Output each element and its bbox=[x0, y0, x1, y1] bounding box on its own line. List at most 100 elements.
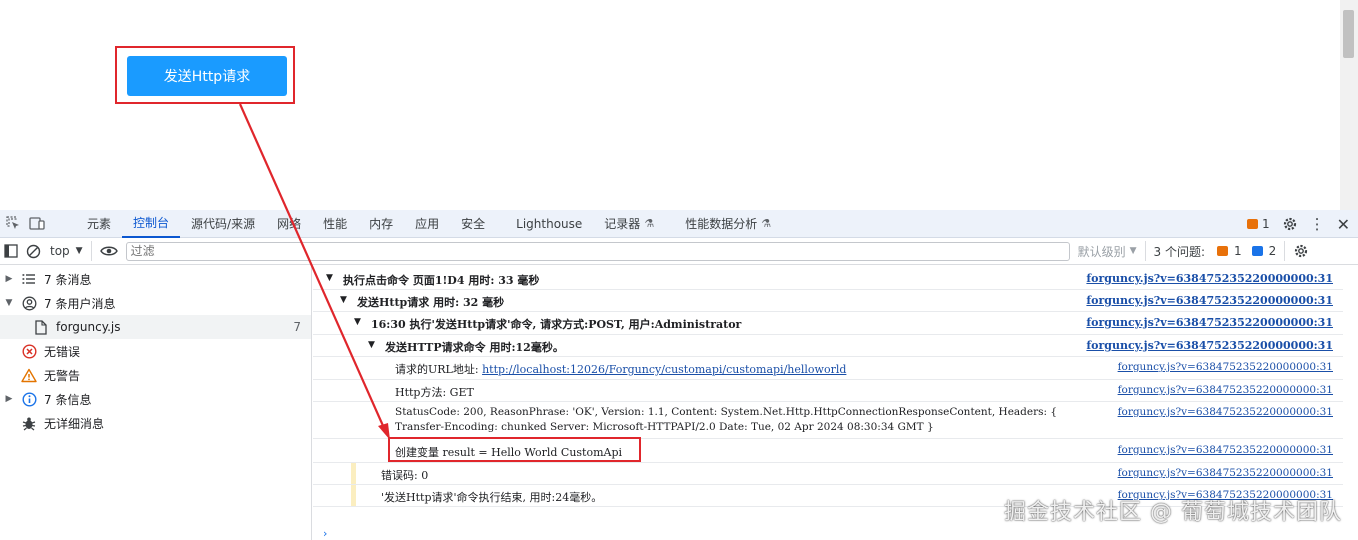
console-message[interactable]: Http方法: GET forguncy.js?v=63847523522000… bbox=[313, 380, 1343, 402]
console-message-group[interactable]: ▼ 发送Http请求 用时: 32 毫秒 forguncy.js?v=63847… bbox=[313, 290, 1343, 312]
tab-sources[interactable]: 源代码/来源 bbox=[180, 210, 266, 238]
clear-console-icon[interactable] bbox=[22, 240, 44, 262]
collapse-arrow-icon[interactable]: ▼ bbox=[368, 340, 375, 350]
inspect-element-icon[interactable] bbox=[2, 213, 24, 235]
source-link[interactable]: forguncy.js?v=638475235220000000:31 bbox=[1118, 361, 1333, 373]
console-prompt-icon[interactable]: › bbox=[323, 527, 327, 540]
tab-performance[interactable]: 性能 bbox=[312, 210, 358, 238]
toggle-sidebar-icon[interactable] bbox=[0, 240, 22, 262]
tab-label: 性能数据分析 bbox=[685, 217, 758, 231]
warning-icon bbox=[20, 366, 38, 384]
tab-lighthouse[interactable]: Lighthouse bbox=[496, 210, 593, 238]
tab-performance-insights[interactable]: 性能数据分析 ⚗ bbox=[665, 210, 782, 238]
collapse-arrow-icon[interactable]: ▼ bbox=[354, 317, 361, 327]
tab-console[interactable]: 控制台 bbox=[122, 210, 181, 238]
console-message-group[interactable]: ▼ 执行点击命令 页面1!D4 用时: 33 毫秒 forguncy.js?v=… bbox=[313, 268, 1343, 290]
issues-info-count: 2 bbox=[1268, 244, 1277, 258]
bug-icon bbox=[20, 414, 38, 432]
source-link[interactable]: forguncy.js?v=638475235220000000:31 bbox=[1086, 339, 1333, 352]
sidebar-item-errors[interactable]: 无错误 bbox=[0, 339, 311, 363]
flask-icon: ⚗ bbox=[644, 217, 655, 230]
source-link[interactable]: forguncy.js?v=638475235220000000:31 bbox=[1118, 467, 1333, 479]
sidebar-item-info[interactable]: ▶ 7 条信息 bbox=[0, 387, 311, 411]
console-filter-input[interactable] bbox=[125, 241, 1070, 261]
sidebar-item-verbose[interactable]: 无详细消息 bbox=[0, 411, 311, 435]
source-link[interactable]: forguncy.js?v=638475235220000000:31 bbox=[1118, 406, 1333, 418]
issues-badge[interactable]: 1 bbox=[1246, 217, 1270, 231]
source-link[interactable]: forguncy.js?v=638475235220000000:31 bbox=[1118, 444, 1333, 456]
console-message[interactable]: 请求的URL地址: http://localhost:12026/Forgunc… bbox=[313, 357, 1343, 380]
sidebar-item-label: 无警告 bbox=[44, 368, 81, 383]
console-message-text: 请求的URL地址: bbox=[395, 363, 483, 376]
sidebar-item-label: 7 条消息 bbox=[44, 272, 92, 287]
source-link[interactable]: forguncy.js?v=638475235220000000:31 bbox=[1086, 294, 1333, 307]
sidebar-item-user-messages[interactable]: ▼ 7 条用户消息 bbox=[0, 291, 311, 315]
tab-label: 应用 bbox=[415, 217, 440, 231]
console-message-text: Http方法: GET bbox=[395, 386, 474, 399]
collapse-arrow-icon[interactable]: ▼ bbox=[2, 298, 16, 308]
tab-label: 控制台 bbox=[133, 216, 170, 230]
info-message-icon bbox=[1251, 246, 1263, 256]
tab-memory[interactable]: 内存 bbox=[358, 210, 404, 238]
console-settings-gear-icon[interactable] bbox=[1293, 243, 1309, 259]
collapse-arrow-icon[interactable]: ▼ bbox=[340, 295, 347, 305]
close-devtools-icon[interactable]: ✕ bbox=[1337, 215, 1350, 234]
tab-label: 安全 bbox=[461, 217, 486, 231]
sidebar-item-label: forguncy.js bbox=[56, 320, 121, 334]
issues-counter[interactable]: 3 个问题: 1 2 bbox=[1154, 241, 1286, 261]
log-levels-label: 默认级别 bbox=[1077, 244, 1126, 259]
watermark: 掘金技术社区 @ 葡萄城技术团队 bbox=[1004, 500, 1342, 525]
more-options-icon[interactable]: ⋮ bbox=[1310, 215, 1325, 233]
console-message-text: 发送HTTP请求命令 用时:12毫秒。 bbox=[385, 341, 564, 354]
dropdown-arrow-icon: ▼ bbox=[1129, 246, 1137, 256]
tab-elements[interactable]: 元素 bbox=[76, 210, 122, 238]
warning-flag-icon bbox=[1217, 246, 1229, 256]
device-toolbar-icon[interactable] bbox=[26, 213, 48, 235]
request-url-link[interactable]: http://localhost:12026/Forguncy/customap… bbox=[482, 363, 846, 376]
tab-application[interactable]: 应用 bbox=[404, 210, 450, 238]
sidebar-item-warnings[interactable]: 无警告 bbox=[0, 363, 311, 387]
console-message-group[interactable]: ▼ 发送HTTP请求命令 用时:12毫秒。 forguncy.js?v=6384… bbox=[313, 335, 1343, 357]
tab-label: 源代码/来源 bbox=[191, 217, 256, 231]
tab-label: 记录器 bbox=[604, 217, 641, 231]
console-message-group[interactable]: ▼ 16:30 执行'发送Http请求'命令, 请求方式:POST, 用户:Ad… bbox=[313, 312, 1343, 335]
issues-warn-count: 1 bbox=[1234, 244, 1242, 258]
log-levels-dropdown[interactable]: 默认级别 ▼ bbox=[1078, 241, 1146, 261]
source-link[interactable]: forguncy.js?v=638475235220000000:31 bbox=[1118, 384, 1333, 396]
list-icon bbox=[20, 270, 38, 288]
warning-flag-icon bbox=[1246, 219, 1258, 229]
highlight-box-variable bbox=[388, 437, 641, 462]
settings-gear-icon[interactable] bbox=[1282, 216, 1298, 232]
console-message[interactable]: 错误码: 0 forguncy.js?v=638475235220000000:… bbox=[313, 463, 1343, 485]
console-message-text: 错误码: 0 bbox=[381, 469, 429, 482]
devtools-right-controls: 1 ⋮ ✕ bbox=[1246, 210, 1350, 238]
live-expression-eye-icon[interactable] bbox=[98, 240, 120, 262]
source-link[interactable]: forguncy.js?v=638475235220000000:31 bbox=[1086, 316, 1333, 329]
expand-arrow-icon[interactable]: ▶ bbox=[2, 274, 16, 284]
expand-arrow-icon[interactable]: ▶ bbox=[2, 394, 16, 404]
console-message-text: StatusCode: 200, ReasonPhrase: 'OK', Ver… bbox=[395, 406, 1058, 418]
page-scrollbar[interactable] bbox=[1340, 0, 1358, 210]
sidebar-item-label: 无错误 bbox=[44, 344, 81, 359]
issues-label: 3 个问题: bbox=[1153, 244, 1206, 259]
sidebar-item-count: 7 bbox=[293, 320, 301, 334]
sidebar-item-label: 7 条用户消息 bbox=[44, 296, 116, 311]
issues-badge-count: 1 bbox=[1261, 217, 1270, 231]
error-icon bbox=[20, 342, 38, 360]
flask-icon: ⚗ bbox=[761, 217, 772, 230]
sidebar-item-forguncy-js[interactable]: forguncy.js 7 bbox=[0, 315, 311, 339]
page-scrollbar-thumb[interactable] bbox=[1343, 10, 1354, 58]
source-link[interactable]: forguncy.js?v=638475235220000000:31 bbox=[1086, 272, 1333, 285]
tab-label: Lighthouse bbox=[516, 216, 583, 231]
tab-security[interactable]: 安全 bbox=[450, 210, 496, 238]
sidebar-item-label: 7 条信息 bbox=[44, 392, 92, 407]
tab-network[interactable]: 网络 bbox=[266, 210, 312, 238]
user-icon bbox=[20, 294, 38, 312]
console-message[interactable]: StatusCode: 200, ReasonPhrase: 'OK', Ver… bbox=[313, 402, 1343, 439]
collapse-arrow-icon[interactable]: ▼ bbox=[326, 273, 333, 283]
console-message-text-line2: Transfer-Encoding: chunked Server: Micro… bbox=[395, 421, 934, 433]
sidebar-item-messages[interactable]: ▶ 7 条消息 bbox=[0, 267, 311, 291]
tab-label: 性能 bbox=[323, 217, 348, 231]
context-selector[interactable]: top ▼ bbox=[50, 241, 92, 261]
tab-recorder[interactable]: 记录器 ⚗ bbox=[593, 210, 665, 238]
